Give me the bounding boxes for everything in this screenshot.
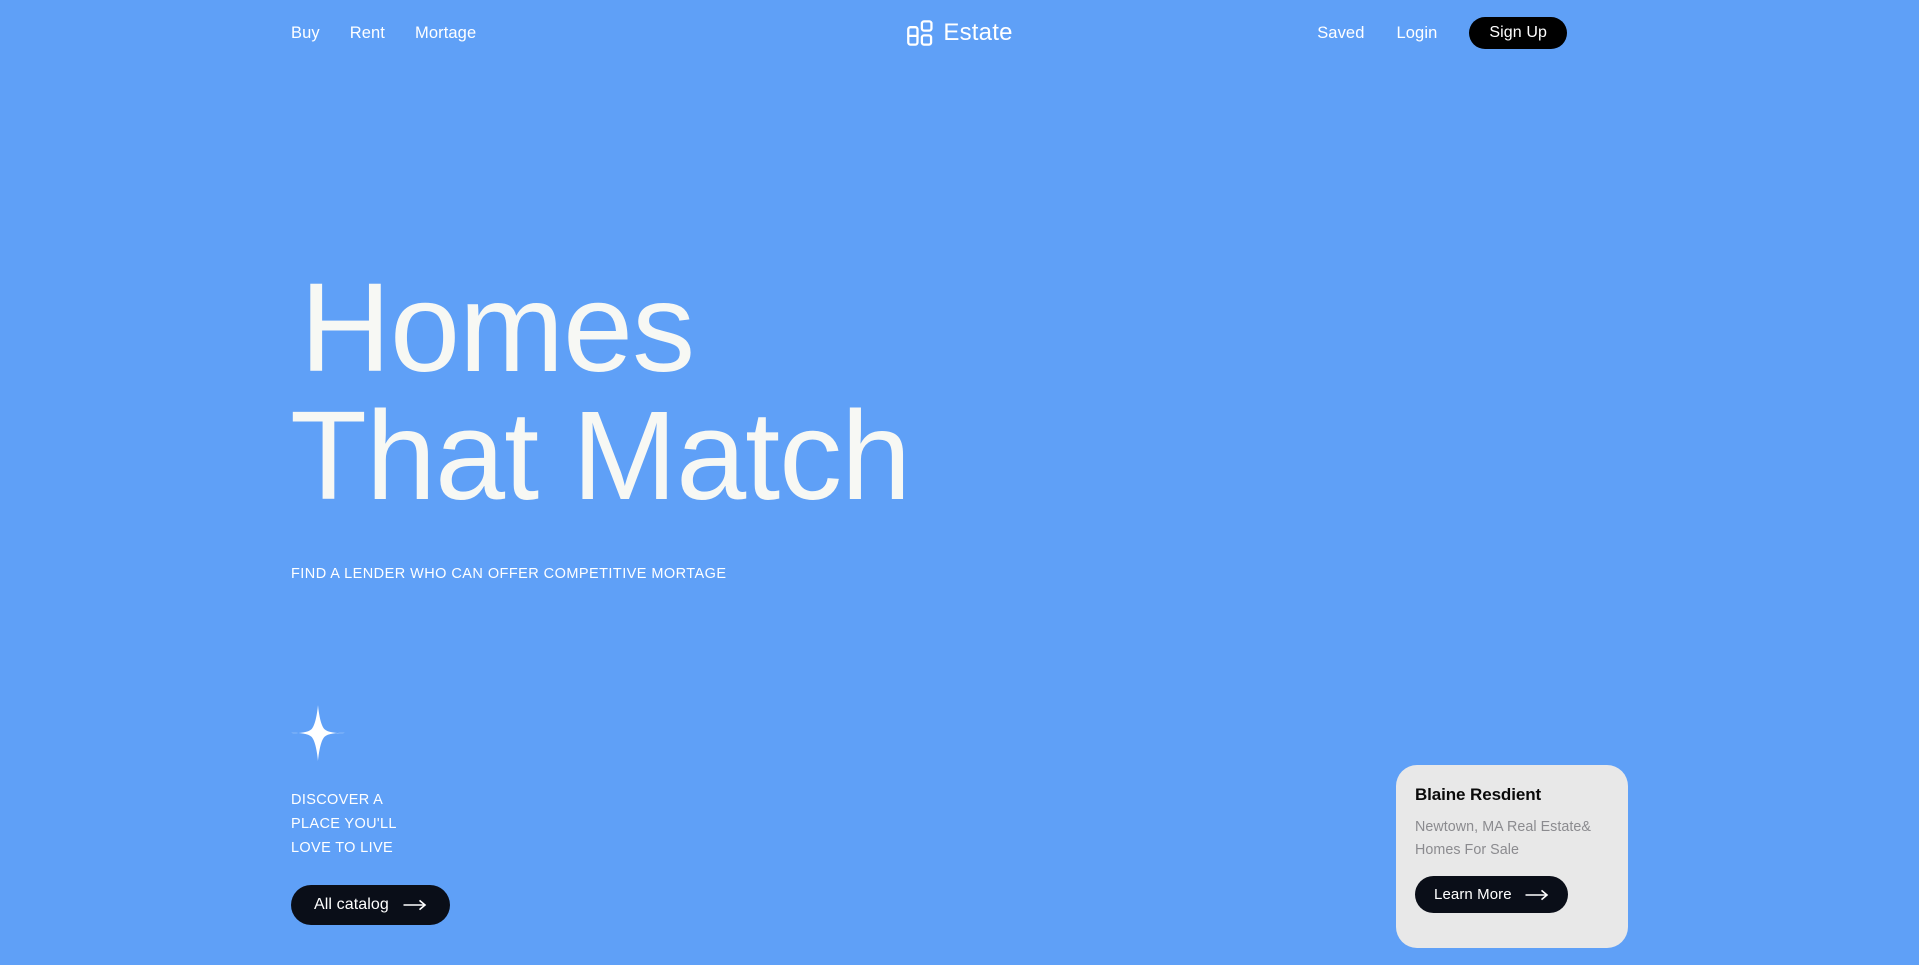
top-navigation-bar: Buy Rent Mortage Estate Saved Login Sign…	[0, 0, 1919, 66]
property-card-title: Blaine Resdient	[1415, 785, 1542, 804]
learn-more-label: Learn More	[1434, 886, 1512, 903]
property-card-description: Newtown, MA Real Estate& Homes For Sale	[1415, 816, 1609, 862]
discover-tagline-line-1: DISCOVER A	[291, 792, 384, 808]
nav-link-rent[interactable]: Rent	[350, 25, 385, 42]
nav-link-mortage[interactable]: Mortage	[415, 25, 476, 42]
discover-block: DISCOVER A PLACE YOU'LL LOVE TO LIVE All…	[291, 705, 591, 925]
grid-squares-icon	[906, 20, 933, 46]
property-card-description-line-1: Newtown, MA Real Estate&	[1415, 819, 1592, 835]
nav-link-saved[interactable]: Saved	[1317, 25, 1364, 42]
discover-tagline-line-3: LOVE TO LIVE	[291, 840, 393, 856]
nav-link-login[interactable]: Login	[1397, 25, 1438, 42]
brand-name: Estate	[943, 19, 1013, 46]
arrow-right-icon	[1525, 889, 1548, 900]
sign-up-button[interactable]: Sign Up	[1469, 17, 1567, 49]
property-card[interactable]: Blaine Resdient Newtown, MA Real Estate&…	[1396, 765, 1628, 948]
account-nav: Saved Login Sign Up	[1317, 0, 1567, 66]
brand-logo[interactable]: Estate	[906, 0, 1012, 66]
all-catalog-button[interactable]: All catalog	[291, 885, 450, 925]
property-card-description-line-2: Homes For Sale	[1415, 842, 1519, 858]
hero-headline-line-2: That Match	[290, 385, 911, 527]
primary-nav-links: Buy Rent Mortage	[291, 0, 476, 66]
arrow-right-icon	[403, 899, 427, 911]
nav-link-buy[interactable]: Buy	[291, 25, 320, 42]
hero-subhead: FIND A LENDER WHO CAN OFFER COMPETITIVE …	[291, 566, 727, 582]
discover-tagline: DISCOVER A PLACE YOU'LL LOVE TO LIVE	[291, 788, 591, 860]
sparkle-icon	[291, 705, 345, 761]
hero-headline-line-1: Homes	[300, 257, 695, 399]
discover-tagline-line-2: PLACE YOU'LL	[291, 816, 397, 832]
hero-headline: Homes That Match	[290, 257, 911, 527]
all-catalog-label: All catalog	[314, 896, 389, 913]
learn-more-button[interactable]: Learn More	[1415, 876, 1568, 913]
